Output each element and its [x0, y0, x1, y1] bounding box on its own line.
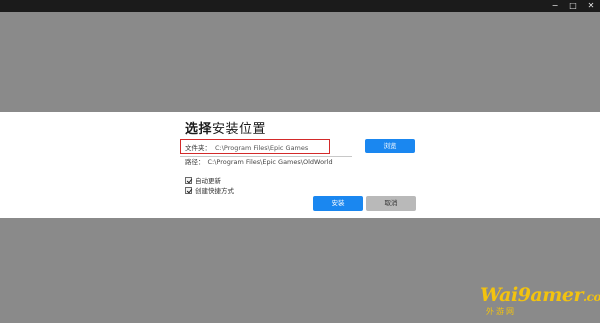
path-display: 路径： C:\Program Files\Epic Games\OldWorld — [185, 156, 333, 166]
checkbox-checked-icon[interactable] — [185, 186, 192, 194]
minimize-button[interactable]: − — [547, 0, 563, 12]
window-titlebar: − □ ✕ — [0, 0, 600, 12]
auto-update-checkbox[interactable]: 自动更新 — [185, 175, 221, 185]
path-label: 路径： — [185, 158, 205, 166]
cancel-button[interactable]: 取消 — [366, 196, 416, 211]
dialog-title-bold: 选择 — [185, 122, 213, 137]
site-watermark-logo: Wai9amer.com 外游网 — [480, 284, 600, 320]
maximize-button[interactable]: □ — [565, 0, 581, 12]
dialog-title-rest: 安装位置 — [212, 122, 267, 137]
watermark-main: Wai9amer.com — [480, 284, 600, 306]
folder-value[interactable]: C:\Program Files\Epic Games — [215, 144, 308, 152]
folder-input[interactable]: 文件夹： C:\Program Files\Epic Games — [185, 142, 308, 152]
create-shortcut-checkbox[interactable]: 创建快捷方式 — [185, 185, 234, 195]
path-value: C:\Program Files\Epic Games\OldWorld — [207, 158, 333, 166]
watermark-main-text: Wai9amer — [480, 284, 583, 306]
install-location-dialog: 选择安装位置 文件夹： C:\Program Files\Epic Games 浏… — [0, 112, 600, 218]
create-shortcut-label: 创建快捷方式 — [195, 187, 234, 195]
dialog-title: 选择安装位置 — [185, 118, 266, 137]
watermark-suffix: .com — [582, 290, 600, 304]
checkbox-checked-icon[interactable] — [185, 176, 192, 184]
auto-update-label: 自动更新 — [195, 177, 221, 185]
install-button[interactable]: 安装 — [313, 196, 363, 211]
folder-label: 文件夹： — [185, 144, 211, 152]
watermark-sub: 外游网 — [486, 307, 516, 316]
close-button[interactable]: ✕ — [583, 0, 599, 12]
browse-button[interactable]: 浏览 — [365, 139, 415, 153]
